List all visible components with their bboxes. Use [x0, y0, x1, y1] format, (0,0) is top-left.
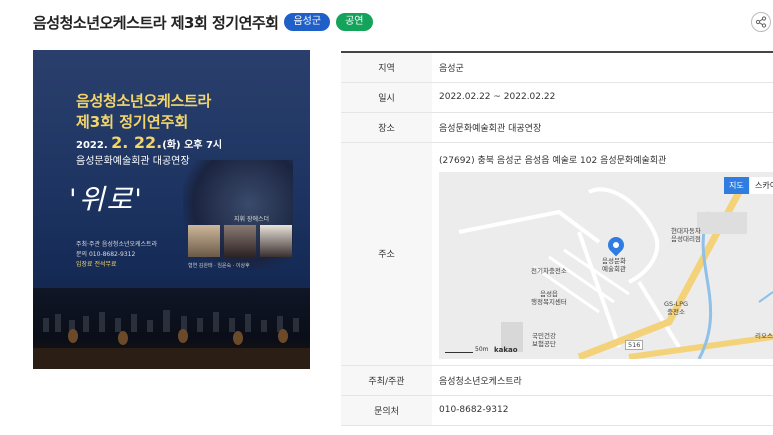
map-label-leos: 리오스: [755, 331, 773, 340]
event-info-table: 지역 음성군 일시 2022.02.22 ~ 2022.02.22 장소 음성문…: [341, 51, 773, 426]
address-text: (27692) 충북 음성군 음성읍 예술로 102 음성문화예술회관: [439, 155, 667, 166]
row-label-region: 지역: [341, 51, 432, 83]
poster-venue: 음성문화예술회관 대공연장: [76, 156, 190, 167]
table-row: 주소 (27692) 충북 음성군 음성읍 예술로 102 음성문화예술회관 지…: [341, 141, 773, 366]
row-value-date: 2022.02.22 ~ 2022.02.22: [432, 81, 773, 113]
poster-theme: '위로': [69, 183, 144, 216]
orchestra-photo: [33, 288, 310, 369]
road-number-badge: 516: [625, 339, 644, 350]
row-value-contact: 010-8682-9312: [432, 394, 773, 426]
row-value-place: 음성문화예술회관 대공연장: [432, 111, 773, 143]
table-row: 지역 음성군: [341, 51, 773, 83]
soloist-photo: [224, 225, 256, 257]
skyview-button[interactable]: 스카이: [750, 176, 773, 194]
orchestra-silhouette: [33, 310, 310, 369]
row-label-contact: 문의처: [341, 394, 432, 426]
poster-title-line1: 음성청소년오케스트라: [76, 92, 212, 110]
row-label-host: 주최/주관: [341, 364, 432, 396]
row-label-place: 장소: [341, 111, 432, 143]
share-icon: [755, 16, 767, 28]
row-value-host: 음성청소년오케스트라: [432, 364, 773, 396]
kakao-logo: kakao: [494, 345, 518, 354]
map-label-hyundai: 현대자동차 음성대리점: [671, 226, 701, 243]
map-label-health: 국민건강 보험공단: [532, 331, 556, 348]
location-map[interactable]: 지도 스카이 현대자동차음성대리점 음성문화예술회관 전기차충전소 음성읍행정복…: [439, 171, 773, 359]
map-view-button[interactable]: 지도: [724, 176, 749, 194]
soloists-label: 협연 김완태 · 임윤숙 · 이상후: [188, 263, 250, 269]
table-row: 일시 2022.02.22 ~ 2022.02.22: [341, 81, 773, 113]
poster-title-line2: 제3회 정기연주회: [76, 113, 189, 131]
soloist-photos: [188, 225, 292, 257]
row-label-address: 주소: [341, 141, 432, 366]
table-row: 주최/주관 음성청소년오케스트라: [341, 364, 773, 396]
poster-date: 2022. 2. 22.(화) 오후 7시: [76, 133, 223, 152]
share-button[interactable]: [751, 12, 771, 32]
soloist-photo: [188, 225, 220, 257]
map-scale-bar: [445, 350, 473, 353]
map-label-welfare: 음성읍 행정복지센터: [531, 289, 567, 306]
poster-info: 주최·주관 음성청소년오케스트라 문의 010-8682-9312 입장료 전석…: [76, 241, 158, 268]
category-badge[interactable]: 공연: [336, 13, 373, 31]
map-label-venue: 음성문화 예술회관: [602, 256, 626, 273]
row-value-region: 음성군: [432, 51, 773, 83]
map-label-gs: GS-LPG 충전소: [664, 299, 689, 316]
table-row: 문의처 010-8682-9312: [341, 394, 773, 426]
map-scale-label: 50m: [475, 345, 489, 353]
page-title: 음성청소년오케스트라 제3회 정기연주회: [33, 13, 279, 32]
event-poster: 음성청소년오케스트라 제3회 정기연주회 2022. 2. 22.(화) 오후 …: [33, 50, 310, 369]
row-value-address: (27692) 충북 음성군 음성읍 예술로 102 음성문화예술회관 지도 스…: [432, 141, 773, 366]
conductor-label: 지휘 장에스더: [234, 216, 270, 223]
row-label-date: 일시: [341, 81, 432, 113]
soloist-photo: [260, 225, 292, 257]
region-badge[interactable]: 음성군: [284, 13, 331, 31]
table-row: 장소 음성문화예술회관 대공연장: [341, 111, 773, 143]
page-header: 음성청소년오케스트라 제3회 정기연주회 음성군 공연: [33, 10, 373, 34]
map-label-electric: 전기차충전소: [531, 266, 567, 275]
